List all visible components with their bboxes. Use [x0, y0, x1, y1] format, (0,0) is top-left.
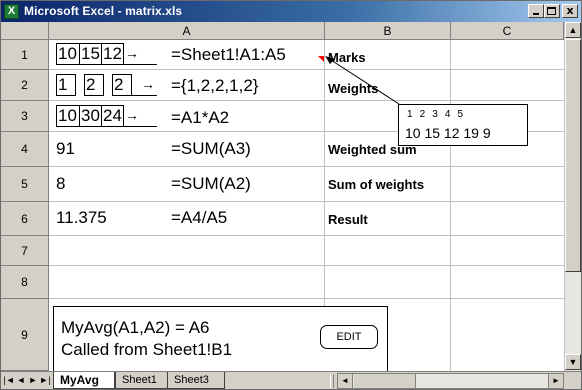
row-header-5[interactable]: 5	[1, 167, 49, 202]
gridline	[49, 298, 564, 299]
close-icon: x	[566, 4, 574, 17]
excel-app-icon[interactable]: X	[4, 4, 19, 19]
maximize-button[interactable]	[544, 4, 560, 18]
gridline	[49, 69, 564, 70]
gridline	[49, 265, 564, 266]
array-box-a2-2: 2	[84, 74, 104, 96]
row-header-6[interactable]: 6	[1, 202, 49, 236]
window-title: Microsoft Excel - matrix.xls	[24, 4, 183, 18]
scroll-up-icon: ▲	[568, 25, 578, 35]
scroll-right-icon: ►	[552, 376, 560, 385]
array-underline	[124, 64, 157, 65]
first-sheet-icon[interactable]: |◄	[3, 373, 15, 388]
cell-a2-formula[interactable]: ={1,2,2,1,2}	[171, 76, 258, 96]
previous-sheet-icon[interactable]: ◄	[15, 373, 27, 388]
scroll-left-button[interactable]: ◄	[338, 374, 353, 388]
cell-a6-formula[interactable]: =A4/A5	[171, 208, 227, 228]
array-box-a3-1: 10	[56, 105, 80, 127]
array-underline	[132, 95, 157, 96]
row-header-1[interactable]: 1	[1, 40, 49, 70]
horizontal-scrollbar[interactable]: ◄ ►	[337, 373, 564, 389]
vertical-scrollbar[interactable]: ▲ ▼	[564, 22, 581, 371]
edit-button[interactable]: EDIT	[320, 325, 378, 349]
row-header-8[interactable]: 8	[1, 266, 49, 299]
gridline	[49, 100, 564, 101]
row-header-9[interactable]: 9	[1, 299, 49, 371]
cell-a3-formula[interactable]: =A1*A2	[171, 108, 229, 128]
maximize-icon	[547, 7, 556, 15]
row-header-2[interactable]: 2	[1, 70, 49, 101]
cell-b5-label[interactable]: Sum of weights	[328, 177, 424, 192]
vertical-scroll-thumb[interactable]	[565, 39, 581, 272]
cell-a5-value[interactable]: 8	[56, 174, 65, 194]
last-sheet-icon[interactable]: ►|	[39, 373, 51, 388]
tab-sheet3[interactable]: Sheet3	[167, 372, 225, 389]
scroll-down-icon: ▼	[568, 357, 578, 367]
tab-split-handle[interactable]	[330, 374, 334, 388]
title-bar[interactable]: X Microsoft Excel - matrix.xls x	[1, 1, 581, 22]
cell-a4-formula[interactable]: =SUM(A3)	[171, 139, 251, 159]
arrow-icon: →	[125, 45, 139, 61]
tab-myavg[interactable]: MyAvg	[53, 372, 115, 389]
tab-sheet1[interactable]: Sheet1	[115, 372, 167, 389]
scroll-right-button[interactable]: ►	[548, 374, 563, 388]
array-box-a1-2: 15	[79, 43, 102, 65]
array-box-a2-1: 1	[56, 74, 76, 96]
worksheet-grid[interactable]: A B C 1 2 3 4 5 6 7 8 9 10 15 12 → =Shee…	[1, 22, 564, 389]
minimize-icon	[533, 13, 539, 15]
excel-window: X Microsoft Excel - matrix.xls x A B C 1…	[0, 0, 582, 390]
array-underline	[124, 126, 157, 127]
column-header-c[interactable]: C	[451, 22, 564, 40]
function-caller: Called from Sheet1!B1	[61, 340, 233, 359]
column-header-b[interactable]: B	[325, 22, 451, 40]
array-box-a1-3: 12	[101, 43, 124, 65]
gridline	[49, 235, 564, 236]
function-signature: MyAvg(A1,A2) = A6	[61, 318, 210, 337]
cell-a4-value[interactable]: 91	[56, 139, 75, 159]
horizontal-scroll-thumb[interactable]	[354, 374, 416, 388]
arrow-icon: →	[125, 107, 139, 123]
next-sheet-icon[interactable]: ►	[27, 373, 39, 388]
scroll-down-button[interactable]: ▼	[565, 354, 581, 370]
cell-b6-label[interactable]: Result	[328, 212, 368, 227]
sheet-tab-bar: |◄ ◄ ► ►| MyAvg Sheet1 Sheet3 ◄ ►	[1, 371, 581, 389]
scroll-left-icon: ◄	[341, 376, 349, 385]
comment-callout: 1 2 3 4 5 10 15 12 19 9	[398, 104, 528, 146]
row-header-4[interactable]: 4	[1, 132, 49, 167]
comment-indicator-icon	[318, 56, 324, 62]
close-button[interactable]: x	[562, 4, 578, 18]
array-box-a3-2: 30	[79, 105, 102, 127]
scroll-up-button[interactable]: ▲	[565, 22, 581, 38]
gridline	[450, 40, 451, 371]
array-box-a3-3: 24	[101, 105, 124, 127]
callout-value-numbers: 10 15 12 19 9	[405, 125, 491, 141]
array-box-a1-1: 10	[56, 43, 80, 65]
select-all-corner[interactable]	[1, 22, 49, 40]
gridline	[49, 201, 564, 202]
row-header-7[interactable]: 7	[1, 236, 49, 266]
column-header-a[interactable]: A	[49, 22, 325, 40]
cell-a5-formula[interactable]: =SUM(A2)	[171, 174, 251, 194]
minimize-button[interactable]	[528, 4, 544, 18]
cell-a6-value[interactable]: 11.375	[56, 208, 107, 228]
row-header-3[interactable]: 3	[1, 101, 49, 132]
arrow-icon: →	[141, 76, 155, 92]
comment-leader	[318, 56, 400, 105]
gridline	[49, 166, 564, 167]
array-box-a2-3: 2	[112, 74, 132, 96]
cell-a1-formula[interactable]: =Sheet1!A1:A5	[171, 45, 286, 65]
callout-index-numbers: 1 2 3 4 5	[407, 109, 464, 120]
